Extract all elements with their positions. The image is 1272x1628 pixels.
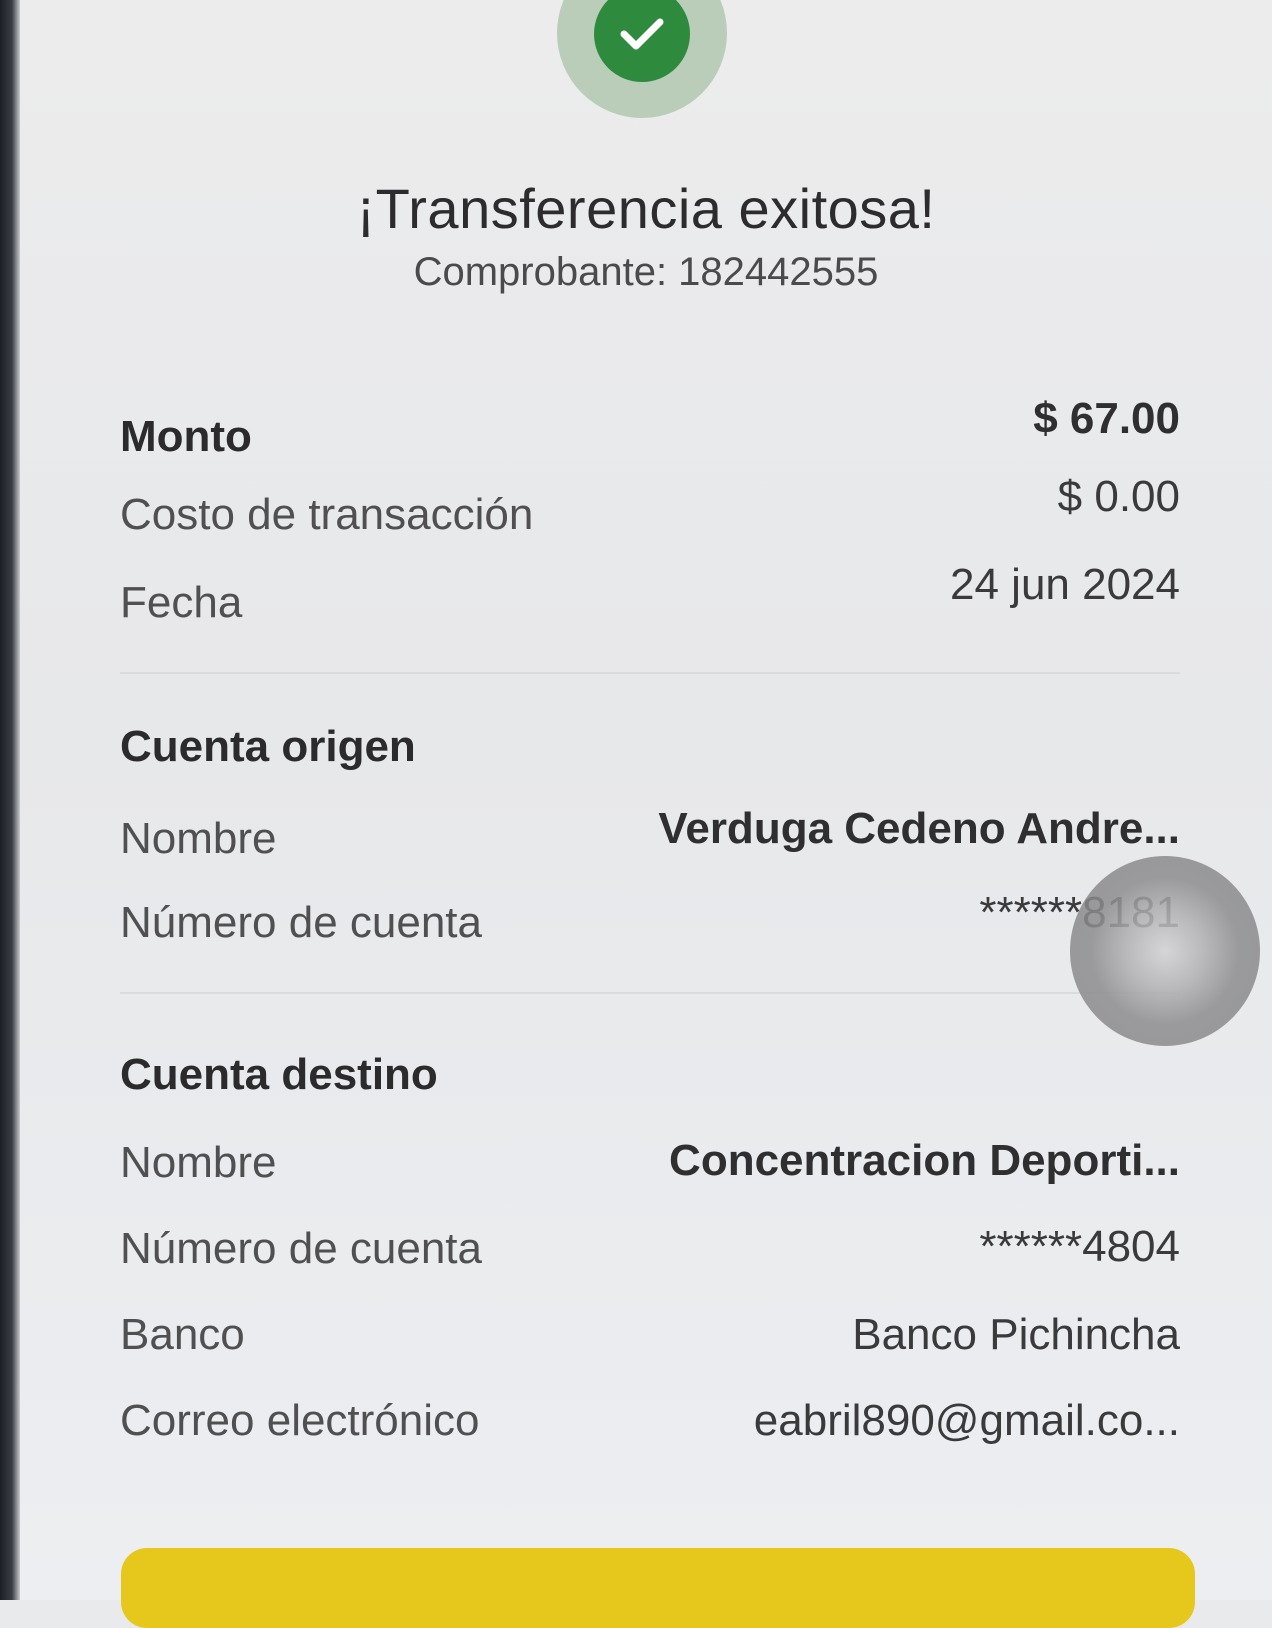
bank-value: Banco Pichincha bbox=[852, 1310, 1180, 1359]
divider bbox=[120, 992, 1180, 994]
destination-account-row: Número de cuenta ******4804 bbox=[120, 1222, 1180, 1284]
divider bbox=[120, 672, 1180, 674]
email-row: Correo electrónico eabril890@gmail.co... bbox=[120, 1396, 1180, 1456]
destination-name-row: Nombre Concentracion Deporti... bbox=[120, 1136, 1180, 1198]
fee-label: Costo de transacción bbox=[120, 490, 534, 539]
origin-section-title: Cuenta origen bbox=[120, 722, 416, 771]
amount-value: $ 67.00 bbox=[1033, 394, 1180, 443]
transfer-success-screen: ¡Transferencia exitosa! Comprobante: 182… bbox=[20, 0, 1272, 1628]
destination-section-title: Cuenta destino bbox=[120, 1050, 438, 1099]
origin-name-label: Nombre bbox=[120, 814, 277, 863]
amount-label: Monto bbox=[120, 412, 252, 461]
fee-value: $ 0.00 bbox=[1057, 472, 1180, 521]
email-value: eabril890@gmail.co... bbox=[753, 1396, 1180, 1445]
touch-indicator bbox=[1070, 856, 1260, 1046]
origin-account-label: Número de cuenta bbox=[120, 898, 482, 947]
destination-name-label: Nombre bbox=[120, 1138, 277, 1187]
success-title: ¡Transferencia exitosa! bbox=[356, 177, 936, 240]
bank-row: Banco Banco Pichincha bbox=[120, 1310, 1180, 1370]
date-label: Fecha bbox=[120, 578, 243, 627]
destination-name-value: Concentracion Deporti... bbox=[669, 1136, 1180, 1185]
amount-row: Monto $ 67.00 bbox=[120, 394, 1180, 472]
device-bezel bbox=[0, 0, 20, 1600]
destination-account-value: ******4804 bbox=[979, 1222, 1180, 1271]
receipt-number: Comprobante: 182442555 bbox=[413, 250, 879, 294]
destination-account-label: Número de cuenta bbox=[120, 1224, 482, 1273]
date-row: Fecha 24 jun 2024 bbox=[120, 560, 1180, 638]
email-label: Correo electrónico bbox=[120, 1396, 480, 1445]
date-value: 24 jun 2024 bbox=[950, 560, 1180, 609]
origin-account-row: Número de cuenta ******8181 bbox=[120, 888, 1180, 958]
fee-row: Costo de transacción $ 0.00 bbox=[120, 472, 1180, 550]
primary-action-button[interactable] bbox=[121, 1548, 1195, 1628]
origin-name-row: Nombre Verduga Cedeno Andre... bbox=[120, 804, 1180, 874]
bank-label: Banco bbox=[120, 1310, 245, 1359]
origin-name-value: Verduga Cedeno Andre... bbox=[658, 804, 1180, 853]
